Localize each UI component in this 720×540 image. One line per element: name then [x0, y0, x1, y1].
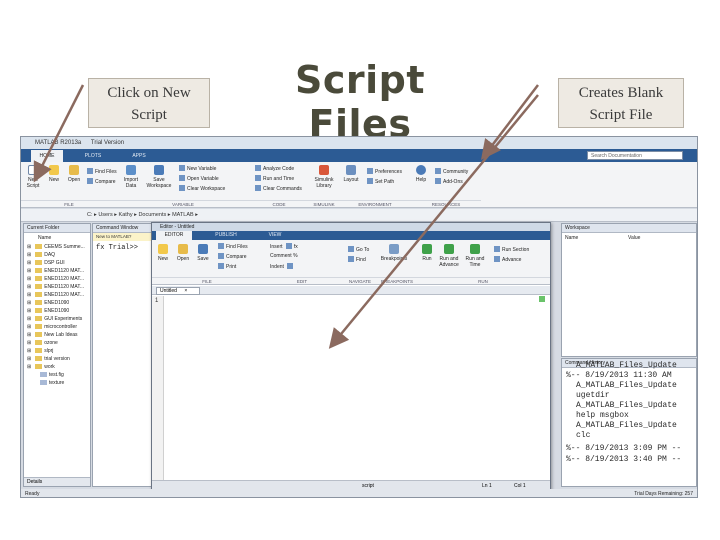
arrow-to-blank-script	[328, 94, 539, 349]
annotation-arrows	[33, 84, 539, 349]
arrow-to-new-script	[33, 84, 85, 183]
arrow-to-editor-tab	[480, 84, 539, 160]
